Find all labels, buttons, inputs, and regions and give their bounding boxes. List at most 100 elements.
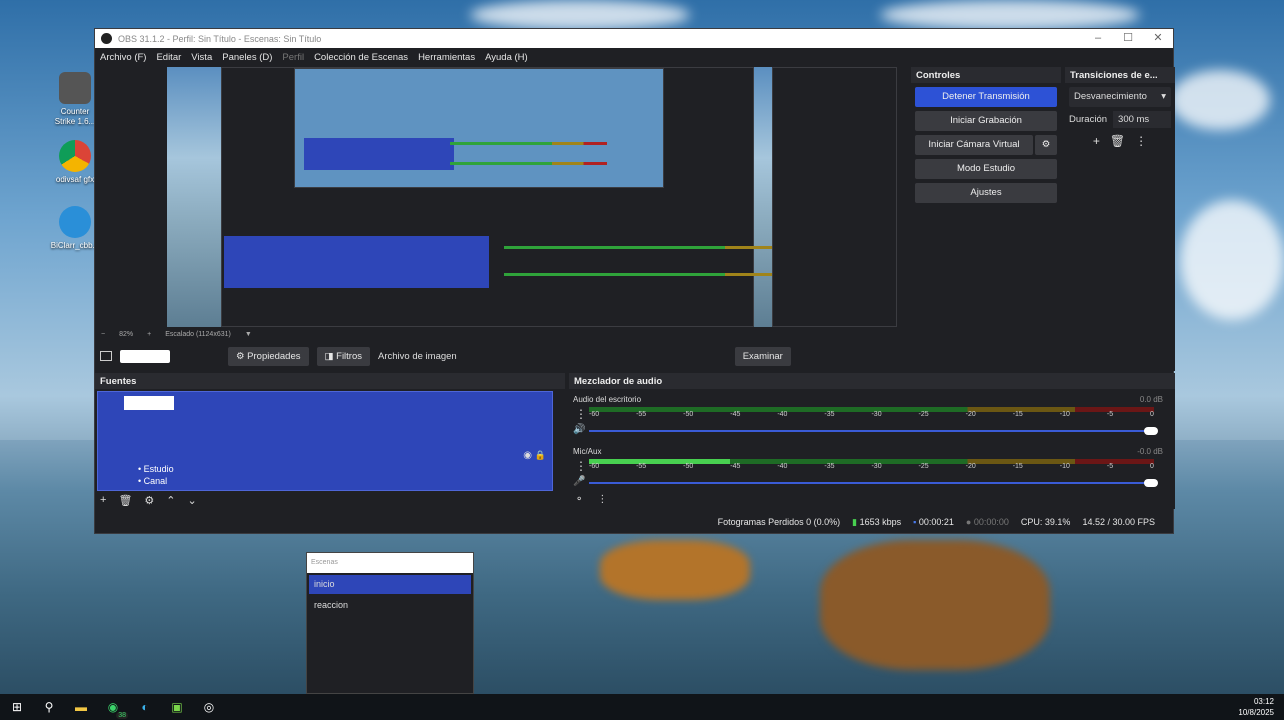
- menu-perfil[interactable]: Perfil: [282, 52, 304, 63]
- windows-start-icon[interactable]: ⊞: [8, 698, 26, 716]
- stream-icon: ▪: [913, 517, 917, 527]
- whatsapp-icon[interactable]: ◉ 38: [104, 698, 128, 719]
- transitions-title: Transiciones de e...: [1065, 67, 1175, 83]
- meter-tick: -45: [730, 411, 741, 418]
- meter-tick: -15: [1012, 411, 1023, 418]
- edge-icon[interactable]: ◐: [136, 698, 154, 716]
- controls-title: Controles: [911, 67, 1061, 83]
- track-name: Audio del escritorio: [573, 395, 642, 404]
- app-icon[interactable]: ▣: [168, 698, 186, 716]
- meter-tick: -30: [871, 411, 882, 418]
- scene-item-reaccion[interactable]: reaccion: [309, 596, 471, 615]
- maximize-button[interactable]: ☐: [1113, 29, 1143, 48]
- meter-tick: -20: [965, 411, 976, 418]
- meter-tick: -40: [777, 411, 788, 418]
- preview-canvas[interactable]: [167, 67, 897, 327]
- close-button[interactable]: ✕: [1143, 29, 1173, 48]
- scene-item-inicio[interactable]: inicio: [309, 575, 471, 594]
- dropped-frames: Fotogramas Perdidos 0 (0.0%): [717, 517, 841, 527]
- menu-vista[interactable]: Vista: [191, 52, 212, 63]
- meter-tick: 0: [1150, 463, 1154, 470]
- volume-slider[interactable]: [589, 427, 1158, 435]
- status-bar: Fotogramas Perdidos 0 (0.0%) ▮ 1653 kbps…: [95, 511, 1175, 533]
- start-virtual-cam-button[interactable]: Iniciar Cámara Virtual: [915, 135, 1033, 155]
- properties-button[interactable]: ⚙ Propiedades: [228, 346, 309, 366]
- scene-search-input[interactable]: Escenas: [307, 553, 473, 573]
- menu-archivo[interactable]: Archivo (F): [100, 52, 146, 63]
- settings-button[interactable]: Ajustes: [915, 183, 1057, 203]
- speaker-icon[interactable]: 🔊: [573, 424, 585, 435]
- file-explorer-icon[interactable]: ▬: [72, 698, 90, 716]
- move-up-icon[interactable]: ⌃: [166, 494, 175, 507]
- minimize-button[interactable]: –: [1083, 29, 1113, 48]
- search-icon[interactable]: ⚲: [40, 698, 58, 716]
- menu-herramientas[interactable]: Herramientas: [418, 52, 475, 63]
- meter-tick: -5: [1106, 463, 1114, 470]
- add-transition-icon[interactable]: +: [1093, 134, 1100, 148]
- sources-title: Fuentes: [95, 373, 565, 389]
- system-clock[interactable]: 03:12 10/8/2025: [1238, 696, 1274, 718]
- move-down-icon[interactable]: ⌄: [188, 494, 197, 507]
- obs-icon[interactable]: ◎: [200, 698, 218, 716]
- source-settings-icon[interactable]: ⚙: [144, 494, 154, 507]
- desktop-icon-app[interactable]: BiClarr_cbb...: [50, 206, 100, 251]
- rec-time: ● 00:00:00: [965, 517, 1009, 527]
- desktop-icon-counter-strike[interactable]: Counter Strike 1.6...: [50, 72, 100, 127]
- virtual-cam-settings-icon[interactable]: ⚙: [1035, 135, 1057, 155]
- meter-tick: -15: [1012, 463, 1023, 470]
- zoom-out-button[interactable]: −: [101, 331, 105, 338]
- more-icon[interactable]: ⋮: [575, 407, 587, 421]
- menu-editar[interactable]: Editar: [156, 52, 181, 63]
- lock-icon[interactable]: 🔒: [535, 450, 546, 461]
- meter-tick: -55: [636, 463, 647, 470]
- preview-zoom-bar: − 82% + Escalado (1124x631) ▼: [95, 327, 905, 341]
- mic-icon[interactable]: 🎤: [573, 476, 585, 487]
- fps: 14.52 / 30.00 FPS: [1082, 517, 1155, 527]
- track-db: 0.0 dB: [1139, 395, 1163, 404]
- stop-stream-button[interactable]: Detener Transmisión: [915, 87, 1057, 107]
- meter-tick: -40: [777, 463, 788, 470]
- redacted-source-name: [120, 349, 170, 363]
- meter-tick: -5: [1106, 411, 1114, 418]
- window-title: OBS 31.1.2 - Perfil: Sin Título - Escena…: [118, 33, 322, 44]
- eye-icon[interactable]: ◉: [523, 450, 532, 461]
- meter-tick: -25: [918, 411, 929, 418]
- more-icon[interactable]: ⋮: [1135, 134, 1147, 148]
- add-source-icon[interactable]: +: [100, 494, 106, 507]
- mixer-link-icon[interactable]: ⚬: [575, 494, 583, 505]
- duration-input[interactable]: 300 ms: [1113, 111, 1171, 128]
- notification-badge: 38: [116, 712, 128, 719]
- filters-button[interactable]: ◨ Filtros: [316, 346, 371, 366]
- meter-tick: -10: [1059, 411, 1070, 418]
- browse-button[interactable]: Examinar: [734, 346, 791, 366]
- start-recording-button[interactable]: Iniciar Grabación: [915, 111, 1057, 131]
- menu-paneles[interactable]: Paneles (D): [222, 52, 272, 63]
- scaling-dropdown-icon[interactable]: ▼: [245, 331, 252, 338]
- meter-tick: 0: [1150, 411, 1154, 418]
- chevron-down-icon: ▾: [1161, 91, 1166, 102]
- volume-slider[interactable]: [589, 479, 1158, 487]
- signal-icon: ▮: [852, 516, 858, 527]
- cpu-usage: CPU: 39.1%: [1020, 517, 1071, 527]
- meter-tick: -30: [871, 463, 882, 470]
- track-name: Mic/Aux: [573, 447, 602, 456]
- transition-select[interactable]: Desvanecimiento ▾: [1069, 87, 1171, 107]
- desktop-icon-chrome[interactable]: odivsaf gfx: [50, 140, 100, 185]
- sources-dock: Fuentes • Estudio • Canal ◉ 🔒 + 🗑 ⚙ ⌃ ⌄: [95, 373, 565, 509]
- trash-icon[interactable]: 🗑: [1110, 134, 1125, 148]
- counter-strike-icon: [59, 72, 91, 104]
- meter-tick: -45: [730, 463, 741, 470]
- zoom-in-button[interactable]: +: [147, 331, 151, 338]
- more-icon[interactable]: ⋮: [575, 459, 587, 473]
- remove-source-icon[interactable]: 🗑: [118, 494, 132, 507]
- webcam-icon: [59, 206, 91, 238]
- bitrate: ▮ 1653 kbps: [852, 516, 902, 527]
- studio-mode-button[interactable]: Modo Estudio: [915, 159, 1057, 179]
- zoom-level: 82%: [119, 330, 134, 338]
- menu-ayuda[interactable]: Ayuda (H): [485, 52, 528, 63]
- sources-list[interactable]: • Estudio • Canal ◉ 🔒: [97, 391, 553, 491]
- mixer-title: Mezclador de audio: [569, 373, 1175, 389]
- more-icon[interactable]: ⋮: [597, 494, 607, 505]
- meter-tick: -25: [918, 463, 929, 470]
- menu-coleccion-escenas[interactable]: Colección de Escenas: [314, 52, 408, 63]
